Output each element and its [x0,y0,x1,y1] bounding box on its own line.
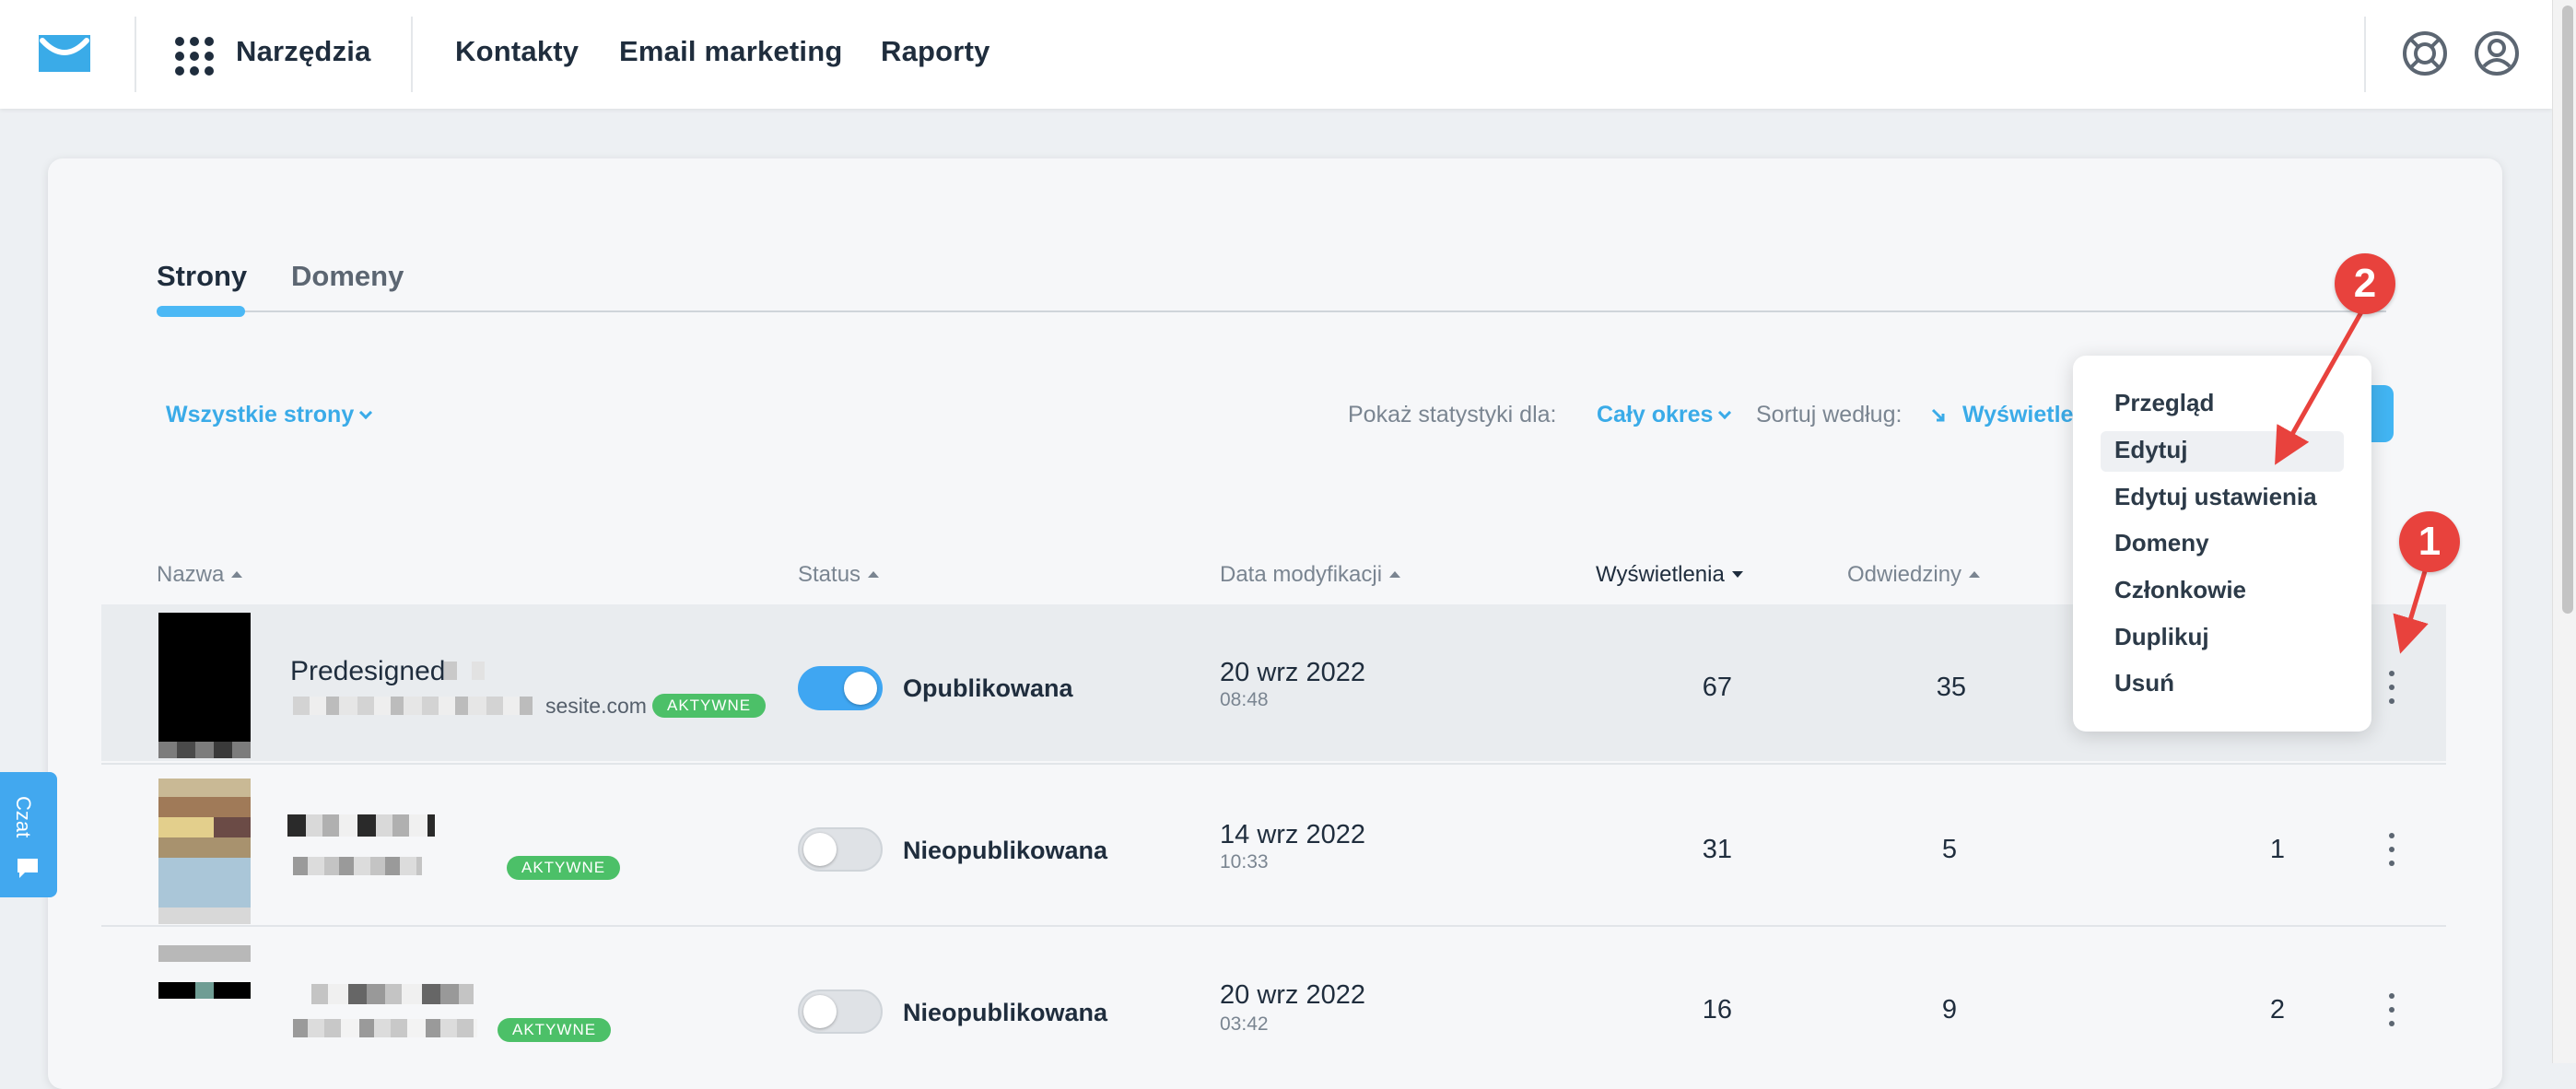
publish-status: Nieopublikowana [903,837,1108,864]
pages-filter-label: Wszystkie strony [166,402,355,427]
top-bar: Narzędzia Kontakty Email marketing Rapor… [0,0,2552,109]
tabs-underline [157,310,2386,312]
nav-email-marketing[interactable]: Email marketing [619,35,842,68]
column-header-views-label: Wyświetlenia [1596,562,1725,587]
page-scrollbar-thumb[interactable] [2562,6,2573,614]
row-divider [101,763,2446,765]
modified-date: 14 wrz 2022 [1220,820,1365,849]
page-thumbnail[interactable] [158,779,251,924]
sort-by-dropdown[interactable]: Wyświetle [1962,402,2073,428]
column-header-visits-label: Odwiedziny [1847,562,1962,587]
redacted-block [293,1019,477,1037]
publish-status: Nieopublikowana [903,999,1108,1026]
menu-item-overview[interactable]: Przegląd [2114,389,2214,417]
modified-time: 10:33 [1220,851,1269,872]
chat-button[interactable]: Czat [0,772,57,897]
column-header-status-label: Status [798,562,861,587]
visits-count: 9 [1941,995,1957,1025]
redacted-block [472,662,485,680]
tab-active-indicator [157,306,245,317]
sort-arrow-icon [1969,571,1981,578]
column-header-visits[interactable]: Odwiedziny [1847,562,1981,588]
sort-arrow-icon [1389,571,1401,578]
chevron-down-icon [359,405,373,420]
apps-grid-icon[interactable] [173,35,216,77]
chevron-down-icon [1718,405,1732,420]
user-profile-icon[interactable] [2473,29,2521,77]
column-header-name-label: Nazwa [157,562,225,587]
menu-item-duplicate[interactable]: Duplikuj [2114,623,2209,651]
row-actions-menu: Przegląd Edytuj Edytuj ustawienia Domeny… [2073,356,2371,732]
row-actions-kebab-icon[interactable] [2386,669,2397,706]
page-thumbnail[interactable] [158,613,251,758]
annotation-marker-2: 2 [2335,253,2395,314]
redacted-block [287,814,435,837]
publish-status: Opublikowana [903,674,1073,702]
divider [2364,17,2366,92]
nav-contacts[interactable]: Kontakty [455,35,579,68]
page-domain: sesite.com [545,694,647,718]
page-name[interactable]: Predesigned [290,656,445,687]
menu-item-edit[interactable]: Edytuj [2114,436,2187,464]
status-badge: AKTYWNE [652,694,767,718]
column-header-views[interactable]: Wyświetlenia [1596,562,1743,588]
modified-date: 20 wrz 2022 [1220,980,1365,1010]
column-header-modified-label: Data modyfikacji [1220,562,1383,587]
visits-count: 35 [1936,673,1966,702]
modified-time: 03:42 [1220,1013,1269,1035]
nav-reports[interactable]: Raporty [881,35,990,68]
stats-period-dropdown[interactable]: Cały okres [1597,402,1732,428]
publish-toggle[interactable] [798,989,883,1034]
views-count: 16 [1702,995,1732,1025]
toggle-knob [803,833,837,866]
modified-date: 20 wrz 2022 [1220,658,1365,687]
menu-item-domains[interactable]: Domeny [2114,529,2209,557]
getresponse-logo-icon[interactable] [37,33,92,74]
menu-item-delete[interactable]: Usuń [2114,669,2174,697]
pages-filter-dropdown[interactable]: Wszystkie strony [166,402,373,428]
tab-domains[interactable]: Domeny [291,260,404,293]
annotation-marker-1: 1 [2399,511,2460,572]
column-6-count: 1 [2269,835,2285,864]
stats-label: Pokaż statystyki dla: [1348,402,1557,427]
status-badge: AKTYWNE [507,856,621,880]
stats-period-value: Cały okres [1597,402,1714,427]
row-actions-kebab-icon[interactable] [2386,991,2397,1028]
chat-label: Czat [12,796,35,838]
tab-pages[interactable]: Strony [157,260,247,293]
menu-item-members[interactable]: Członkowie [2114,576,2246,604]
publish-toggle[interactable] [798,827,883,872]
sort-arrow-icon [231,571,243,578]
column-header-modified[interactable]: Data modyfikacji [1220,562,1401,588]
column-header-name[interactable]: Nazwa [157,562,243,588]
toggle-knob [803,995,837,1028]
sort-label: Sortuj według: [1756,402,1903,427]
column-6-count: 2 [2269,995,2285,1025]
page-thumbnail[interactable] [158,945,251,1001]
row-actions-kebab-icon[interactable] [2386,831,2397,868]
create-page-button[interactable] [2368,385,2394,442]
chat-bubble-icon [18,859,38,878]
menu-item-edit-settings[interactable]: Edytuj ustawienia [2114,483,2317,511]
column-header-status[interactable]: Status [798,562,880,588]
redacted-block [444,662,457,680]
divider [411,17,413,92]
views-count: 67 [1702,673,1732,702]
status-badge: AKTYWNE [498,1018,612,1042]
sort-direction-icon[interactable] [1929,406,1948,425]
publish-toggle[interactable] [798,666,883,710]
nav-tools[interactable]: Narzędzia [236,35,371,68]
visits-count: 5 [1941,835,1957,864]
sort-arrow-icon [868,571,880,578]
redacted-block [311,984,474,1004]
divider [135,17,136,92]
redacted-block [293,857,422,875]
redacted-block [293,697,533,715]
toggle-knob [844,672,877,705]
modified-time: 08:48 [1220,689,1269,710]
help-lifebuoy-icon[interactable] [2401,29,2449,77]
views-count: 31 [1702,835,1732,864]
sort-arrow-icon [1731,571,1743,578]
